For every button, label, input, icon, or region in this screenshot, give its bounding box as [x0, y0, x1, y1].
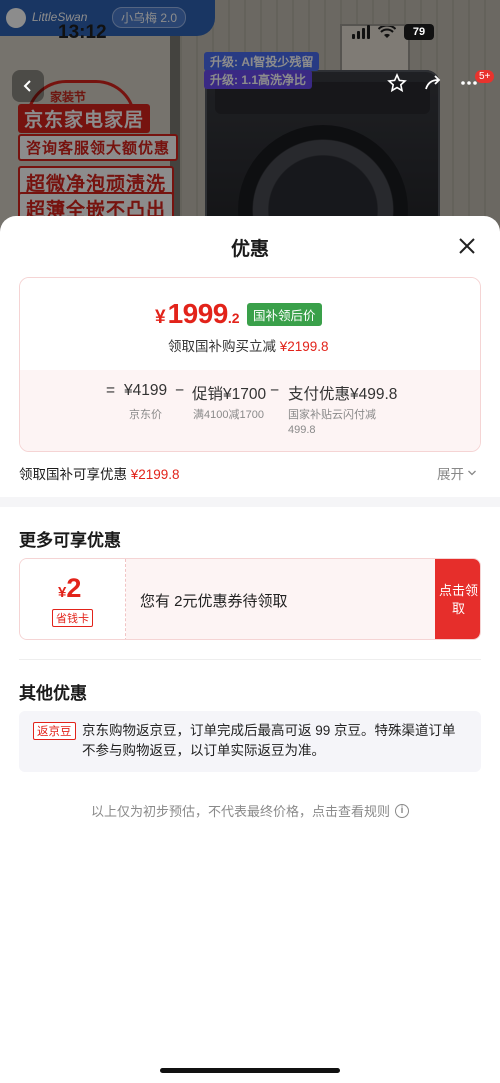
price-breakdown-card: ¥ 1999 .2 国补领后价 领取国补购买立减 ¥2199.8 = ¥4199… [19, 277, 481, 452]
calc-pay-discount: 支付优惠¥499.8 [288, 386, 398, 403]
calc-base-price: ¥4199 [124, 382, 168, 399]
expand-toggle[interactable]: 展开 [437, 463, 477, 483]
message-badge: 5+ [475, 70, 495, 83]
calc-base-label: 京东价 [129, 409, 162, 421]
share-icon[interactable] [422, 72, 444, 94]
other-discounts-title: 其他优惠 [19, 684, 87, 703]
back-button[interactable] [12, 70, 44, 102]
product-background: 家装节 京东家电家居 咨询客服领大额优惠 超微净泡顽渍洗 超薄全嵌不凸出 升级:… [0, 0, 500, 240]
calc-promo: 促销¥1700 [192, 386, 267, 403]
calc-minus-2: − [270, 382, 280, 399]
claim-amount: ¥2199.8 [279, 339, 329, 354]
jingdou-tag: 返京豆 [33, 722, 76, 740]
calc-equals: = [106, 382, 116, 399]
expand-label: 展开 [437, 467, 464, 482]
battery-icon: 79 [404, 24, 434, 40]
info-icon: i [395, 803, 409, 818]
section-divider [0, 497, 500, 507]
final-price-decimal: .2 [227, 310, 240, 326]
coupon-description: 您有 2元优惠券待领取 [140, 593, 288, 610]
calc-promo-label: 满4100减1700 [193, 409, 264, 421]
price-calculation: = ¥4199 − 促销¥1700 − 支付优惠¥499.8 京东价 满4100… [20, 370, 480, 451]
coupon-currency: ¥ [58, 584, 67, 601]
status-time: 13:12 [58, 22, 107, 43]
jingdou-description: 京东购物返京豆，订单完成后最高可返 99 京豆。特殊渠道订单不参与购物返豆，以订… [82, 723, 456, 758]
claim-text: 领取国补购买立减 [168, 339, 276, 354]
claim-line: 领取国补购买立减 ¥2199.8 [168, 335, 329, 355]
status-icons: 79 [352, 24, 434, 40]
coupon-value-panel: ¥ 2 省钱卡 [20, 559, 126, 639]
coupon-amount-value: 2 [66, 573, 82, 603]
jingdou-info-box: 返京豆 京东购物返京豆，订单完成后最高可返 99 京豆。特殊渠道订单不参与购物返… [19, 711, 481, 772]
summary-text: 领取国补可享优惠 [19, 467, 127, 482]
nav-actions [386, 72, 480, 94]
coupon-type-badge: 省钱卡 [52, 609, 93, 627]
signal-icon [352, 25, 370, 39]
close-button[interactable] [455, 234, 479, 258]
rules-footnote[interactable]: 以上仅为初步预估，不代表最终价格，点击查看规则 i [0, 801, 500, 820]
chevron-down-icon [468, 470, 476, 476]
discount-sheet: 优惠 ¥ 1999 .2 国补领后价 领取国补购买立减 ¥2199.8 = ¥4… [0, 216, 500, 1083]
thin-divider [19, 659, 481, 660]
footnote-text: 以上仅为初步预估，不代表最终价格，点击查看规则 [90, 804, 390, 819]
more-discounts-title: 更多可享优惠 [19, 531, 121, 550]
coupon-amount: ¥ 2 [58, 573, 81, 604]
final-price: ¥ 1999 .2 [155, 298, 240, 330]
close-icon [459, 238, 475, 254]
chevron-left-icon [23, 80, 31, 92]
final-price-integer: 1999 [167, 298, 229, 329]
gov-subsidy-badge: 国补领后价 [247, 303, 322, 326]
summary-amount: ¥2199.8 [130, 467, 180, 482]
home-indicator[interactable] [160, 1068, 340, 1073]
calc-pay-label: 国家补贴云闪付减 499.8 [288, 409, 376, 436]
subsidy-summary: 领取国补可享优惠 ¥2199.8 [19, 463, 180, 483]
calc-minus-1: − [175, 382, 185, 399]
price-card-top: ¥ 1999 .2 国补领后价 领取国补购买立减 ¥2199.8 [20, 278, 480, 370]
claim-coupon-button[interactable]: 点击领取 [435, 559, 480, 639]
sheet-title: 优惠 [230, 239, 269, 260]
wifi-icon [378, 25, 396, 38]
star-icon[interactable] [386, 72, 408, 94]
final-price-currency: ¥ [155, 307, 166, 328]
coupon-card: ¥ 2 省钱卡 您有 2元优惠券待领取 点击领取 [19, 558, 481, 640]
